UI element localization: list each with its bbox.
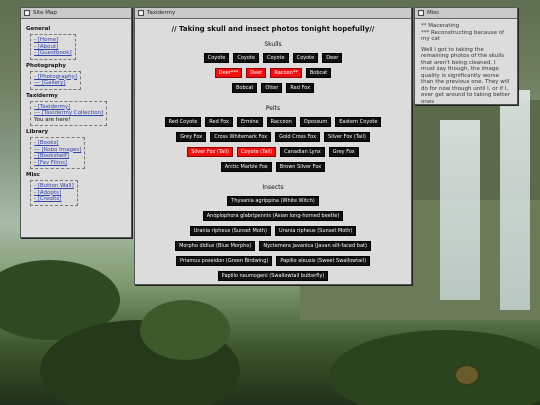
pelt-item[interactable]: Red Fox — [205, 117, 233, 127]
sitemap-link[interactable]: - [Fav Films] — [34, 160, 81, 167]
section-heading-pelts: Pelts — [265, 105, 281, 112]
skull-row: Deer*** Deer Racoon** Bobcat — [140, 68, 406, 78]
insect-row: Anoplophora glabripennis (Asian long-hor… — [140, 211, 406, 221]
sitemap-link-group: - [Button Wall] - [Adopts] - [Credits] — [30, 180, 78, 206]
insect-item[interactable]: Thysania agrippina (White Witch) — [227, 196, 319, 206]
pelt-item[interactable]: Cross Whitemark Fox — [210, 132, 272, 142]
skull-item[interactable]: Red Fox — [286, 83, 315, 93]
pelt-item[interactable]: Arctic Marble Fox — [220, 162, 272, 172]
insect-item[interactable]: Urania ripheus (Sunset Moth) — [275, 226, 357, 236]
skull-item[interactable]: Otter — [261, 83, 283, 93]
taxidermy-window: Taxidermy // Taking skull and insect pho… — [134, 7, 412, 285]
insect-row: Urania ripheus (Sunset Moth) Urania riphe… — [140, 226, 406, 236]
sitemap-link[interactable]: - [Credits] — [34, 196, 74, 203]
pelt-item[interactable]: Opossum — [299, 117, 332, 127]
sitemap-section-heading: Photography — [26, 62, 66, 69]
skull-item[interactable]: Racoon** — [270, 68, 302, 78]
sitemap-section-heading: Misc — [26, 172, 40, 178]
pelt-item[interactable]: Grey Fox — [328, 147, 359, 157]
window-title: Misc — [427, 10, 440, 16]
insect-row: Morpho didius (Blue Morpho) Nyctemera jav… — [140, 241, 406, 251]
pelts-list: Red Coyote Red Fox Ermine Raccoon Opossum Eas… — [140, 117, 406, 172]
pelt-item[interactable]: Silver Fox (Tail) — [324, 132, 370, 142]
insect-item[interactable]: Priamus poseidon (Green Birdwing) — [175, 256, 273, 266]
skull-item[interactable]: Coyote — [292, 53, 319, 63]
sitemap-link[interactable]: --- [Taxidermy Collection] — [34, 110, 103, 117]
pelt-item[interactable]: Red Coyote — [164, 117, 202, 127]
skull-item[interactable]: Deer*** — [214, 68, 243, 78]
you-are-here-label: You are here! — [34, 116, 71, 123]
skull-item[interactable]: Deer — [246, 68, 267, 78]
sitemap-section-heading: Library — [26, 129, 49, 135]
skull-item[interactable]: Deer — [322, 53, 343, 63]
insect-row: Thysania agrippina (White Witch) — [140, 196, 406, 206]
sitemap-link[interactable]: - [Button Wall] — [34, 183, 74, 190]
pelt-item[interactable]: Silver Fox (Tail) — [187, 147, 233, 157]
sitemap-link[interactable]: --- [Gallery] — [34, 80, 77, 87]
sitemap-section-heading: Taxidermy — [26, 92, 58, 99]
close-icon[interactable] — [24, 10, 30, 16]
turtle-sprite — [455, 365, 479, 385]
close-icon[interactable] — [418, 10, 424, 16]
skull-item[interactable]: Coyote — [262, 53, 289, 63]
skull-item[interactable]: Coyote — [203, 53, 230, 63]
misc-window: Misc ** Macerating *** Reconstructing be… — [414, 7, 518, 105]
pelt-item[interactable]: Ermine — [236, 117, 263, 127]
insects-list: Thysania agrippina (White Witch) Anoploph… — [140, 196, 406, 281]
insect-item[interactable]: Papilio neumogeni (Swallowtail butterfly… — [217, 271, 329, 281]
skulls-list: Coyote Coyote Coyote Coyote Deer Deer*** Deer R… — [140, 53, 406, 93]
insect-item[interactable]: Nyctemera javanica (Javan silt-faced bat… — [259, 241, 371, 251]
insect-row: Priamus poseidon (Green Birdwing) Papilio… — [140, 256, 406, 266]
pelt-row: Arctic Marble Fox Brown Silver Fox — [140, 162, 406, 172]
misc-titlebar[interactable]: Misc — [415, 8, 517, 19]
skull-row: Bobcat Otter Red Fox — [140, 83, 406, 93]
sitemap-section-heading: General — [26, 26, 51, 32]
sitemap-link-group: - [Taxidermy] --- [Taxidermy Collection] Y… — [30, 100, 108, 126]
insect-item[interactable]: Morpho didius (Blue Morpho) — [175, 241, 256, 251]
skull-item[interactable]: Coyote — [233, 53, 259, 63]
pelt-item[interactable]: Grey Fox — [176, 132, 207, 142]
page-headline: // Taking skull and insect photos tonigh… — [171, 25, 375, 33]
taxidermy-body: // Taking skull and insect photos tonigh… — [135, 19, 411, 290]
window-title: Taxidermy — [147, 10, 176, 16]
insect-row: Papilio neumogeni (Swallowtail butterfly… — [140, 271, 406, 281]
pelt-item[interactable]: Canadian Lynx — [280, 147, 325, 157]
sitemap-link-group: - [Home] - [About] - [Guestbook] — [30, 34, 76, 60]
sitemap-link-group: - [Books] --- [Kobo Images] - [Bookshelf] -… — [30, 137, 86, 169]
sitemap-link[interactable]: - [Guestbook] — [34, 50, 72, 57]
section-heading-skulls: Skulls — [264, 41, 282, 48]
pelt-item[interactable]: Brown Silver Fox — [275, 162, 326, 172]
pelt-row: Red Coyote Red Fox Ermine Raccoon Opossum Eas… — [140, 117, 406, 127]
pelt-item[interactable]: Raccoon — [266, 117, 296, 127]
window-title: Site Map — [33, 10, 57, 16]
sitemap-titlebar[interactable]: Site Map — [21, 8, 131, 19]
taxidermy-titlebar[interactable]: Taxidermy — [135, 8, 411, 19]
misc-note-body: Well I got to taking the remaining photo… — [421, 46, 510, 105]
pelt-row: Grey Fox Cross Whitemark Fox Gold Cross Fo… — [140, 132, 406, 142]
sitemap-window: Site Map General - [Home] - [About] - [Gues… — [20, 7, 132, 238]
skull-row: Coyote Coyote Coyote Coyote Deer — [140, 53, 406, 63]
sitemap-link-group: - [Photography] --- [Gallery] — [30, 70, 82, 90]
pelt-item[interactable]: Eastern Coyote — [335, 117, 382, 127]
skull-item[interactable]: Bobcat — [305, 68, 332, 78]
sitemap-body: General - [Home] - [About] - [Guestbook] Pho… — [21, 19, 131, 213]
close-icon[interactable] — [138, 10, 144, 16]
pelt-item[interactable]: Gold Cross Fox — [275, 132, 321, 142]
misc-note-status: ** Macerating *** Reconstructing because… — [421, 23, 505, 42]
insect-item[interactable]: Anoplophora glabripennis (Asian long-hor… — [202, 211, 344, 221]
skull-item[interactable]: Bobcat — [231, 83, 258, 93]
insect-item[interactable]: Urania ripheus (Sunset Moth) — [189, 226, 271, 236]
pelt-item[interactable]: Coyote (Tail) — [236, 147, 277, 157]
section-heading-insects: Insects — [262, 184, 284, 191]
pelt-row: Silver Fox (Tail) Coyote (Tail) Canadian L… — [140, 147, 406, 157]
insect-item[interactable]: Papilio eleusis (Sweet Swallowtail) — [276, 256, 371, 266]
